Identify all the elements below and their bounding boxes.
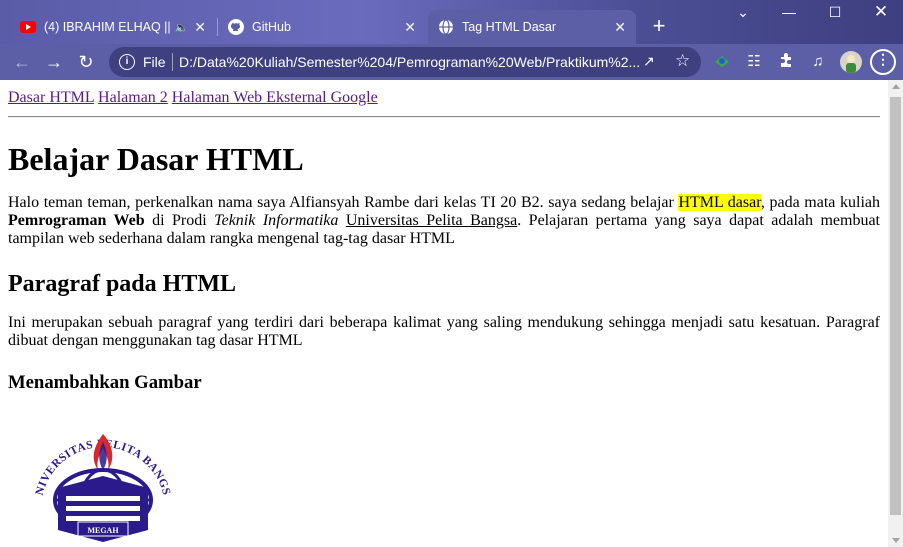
close-tab-icon[interactable]: ✕ [404, 19, 416, 36]
close-window-button[interactable]: ✕ [858, 0, 903, 26]
url-text[interactable]: D:/Data%20Kuliah/Semester%204/Pemrograma… [179, 54, 639, 70]
tab-tag-html-dasar[interactable]: Tag HTML Dasar ✕ [428, 10, 636, 44]
svg-text:MEGAH: MEGAH [87, 526, 119, 535]
extension-green-icon[interactable] [712, 52, 732, 72]
italic-text: Teknik Informatika [214, 212, 339, 229]
minimize-button[interactable]: — [766, 0, 812, 26]
back-arrow-icon[interactable]: ← [10, 50, 34, 74]
reload-icon[interactable]: ↻ [74, 50, 98, 74]
scroll-up-arrow-icon[interactable] [892, 84, 900, 89]
profile-avatar[interactable] [840, 51, 862, 73]
new-tab-button[interactable]: + [648, 13, 670, 41]
close-tab-icon[interactable]: ✕ [194, 19, 206, 36]
underlined-text: Universitas Pelita Bangsa [345, 212, 518, 229]
address-bar[interactable]: i File D:/Data%20Kuliah/Semester%204/Pem… [109, 47, 701, 77]
bold-text: Pemrograman Web [8, 212, 145, 229]
page-nav: Dasar HTML Halaman 2 Halaman Web Ekstern… [8, 88, 880, 108]
globe-icon [438, 19, 454, 35]
scroll-down-arrow-icon[interactable] [892, 538, 900, 543]
intro-paragraph: Halo teman teman, perkenalkan nama saya … [8, 194, 880, 247]
section-heading-gambar: Menambahkan Gambar [8, 372, 202, 393]
browser-toolbar: ← → ↻ i File D:/Data%20Kuliah/Semester%2… [0, 44, 903, 80]
page-content: Dasar HTML Halaman 2 Halaman Web Ekstern… [8, 88, 880, 394]
tab-search-chevron-icon[interactable]: ⌄ [720, 0, 766, 26]
scheme-label: File [143, 54, 166, 70]
tab-title: Tag HTML Dasar [462, 20, 557, 34]
close-tab-icon[interactable]: ✕ [614, 19, 626, 36]
highlighted-text: HTML dasar [678, 194, 761, 211]
extensions-puzzle-icon[interactable] [776, 52, 796, 72]
menu-kebab-icon[interactable]: ⋮ [870, 49, 896, 75]
section-heading-paragraf: Paragraf pada HTML [8, 271, 236, 297]
tab-title: (4) IBRAHIM ELHAQ || S [44, 20, 171, 34]
grid-globe-icon[interactable]: ☷ [744, 52, 764, 72]
site-info-icon[interactable]: i [119, 54, 135, 70]
vertical-scrollbar[interactable] [888, 80, 903, 547]
divider [172, 53, 173, 71]
github-icon [228, 19, 244, 35]
link-google[interactable]: Halaman Web Eksternal Google [172, 89, 378, 106]
tab-github[interactable]: GitHub ✕ [218, 10, 426, 44]
university-logo-image: UNIVERSITAS PELITA BANGSA MEGAH [28, 412, 172, 542]
media-queue-icon[interactable]: ♫ [808, 52, 828, 72]
link-halaman-2[interactable]: Halaman 2 [98, 89, 168, 106]
browser-title-bar: (4) IBRAHIM ELHAQ || S 🔈 ✕ GitHub ✕ Tag … [0, 0, 903, 44]
share-icon[interactable]: ↗ [643, 53, 655, 70]
page-title: Belajar Dasar HTML [8, 141, 304, 177]
speaker-icon[interactable]: 🔈 [175, 21, 189, 34]
tab-youtube[interactable]: (4) IBRAHIM ELHAQ || S 🔈 ✕ [10, 10, 216, 44]
link-dasar-html[interactable]: Dasar HTML [8, 89, 94, 106]
scrollbar-thumb[interactable] [890, 97, 901, 515]
youtube-icon [20, 19, 36, 35]
horizontal-rule [8, 116, 880, 118]
tab-title: GitHub [252, 20, 291, 34]
page-viewport: Dasar HTML Halaman 2 Halaman Web Ekstern… [0, 80, 888, 547]
maximize-button[interactable]: ☐ [812, 0, 858, 26]
forward-arrow-icon[interactable]: → [42, 50, 66, 74]
bookmark-star-icon[interactable]: ☆ [675, 51, 690, 71]
paragraph-text: Ini merupakan sebuah paragraf yang terdi… [8, 314, 880, 349]
